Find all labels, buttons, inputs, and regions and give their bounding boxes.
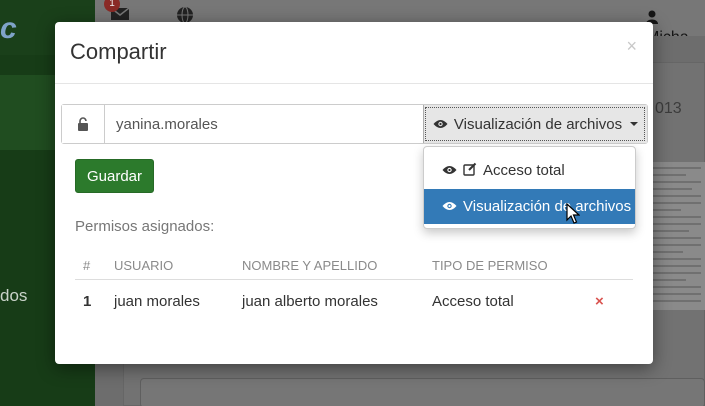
save-button[interactable]: Guardar — [75, 159, 154, 193]
row-number: 1 — [83, 293, 92, 310]
document-thumbnail — [648, 162, 705, 310]
mouse-pointer-icon — [566, 202, 581, 230]
close-icon[interactable]: × — [626, 36, 637, 57]
delete-icon[interactable]: × — [595, 293, 604, 310]
caret-down-icon — [630, 122, 639, 126]
permission-dropdown-menu: Acceso total Visualización de archivos — [423, 146, 636, 229]
permission-selected-label: Visualización de archivos — [453, 115, 623, 133]
dropdown-item-full-access[interactable]: Acceso total — [424, 153, 635, 188]
document-year: 013 — [655, 100, 682, 117]
dropdown-item-view-files[interactable]: Visualización de archivos — [424, 189, 635, 224]
row-full-name: juan alberto morales — [242, 293, 378, 310]
eye-icon — [442, 162, 457, 179]
sidebar-item-label: dos — [0, 286, 28, 305]
table-row: 1 juan morales juan alberto morales Acce… — [75, 293, 633, 315]
edit-icon — [463, 162, 477, 180]
dropdown-item-label: Acceso total — [483, 162, 565, 179]
column-header-user: USUARIO — [114, 258, 174, 273]
username-input[interactable] — [105, 105, 423, 143]
share-user-input-group: Visualización de archivos — [61, 104, 648, 144]
unlock-icon — [62, 105, 105, 143]
modal-header: Compartir × — [55, 22, 653, 84]
content-panel-lower — [140, 378, 705, 406]
row-user: juan morales — [114, 293, 200, 310]
permission-dropdown-button[interactable]: Visualización de archivos — [423, 105, 647, 143]
permissions-table-header: # USUARIO NOMBRE Y APELLIDO TIPO DE PERM… — [75, 258, 633, 280]
column-header-permission-type: TIPO DE PERMISO — [432, 258, 548, 273]
column-header-name: NOMBRE Y APELLIDO — [242, 258, 378, 273]
eye-icon — [442, 198, 457, 215]
column-header-number: # — [83, 258, 91, 273]
eye-icon — [433, 116, 448, 133]
assigned-permissions-heading: Permisos asignados: — [75, 218, 215, 235]
modal-title: Compartir — [70, 39, 167, 64]
row-permission-type: Acceso total — [432, 293, 514, 310]
dropdown-item-label: Visualización de archivos — [463, 198, 632, 215]
